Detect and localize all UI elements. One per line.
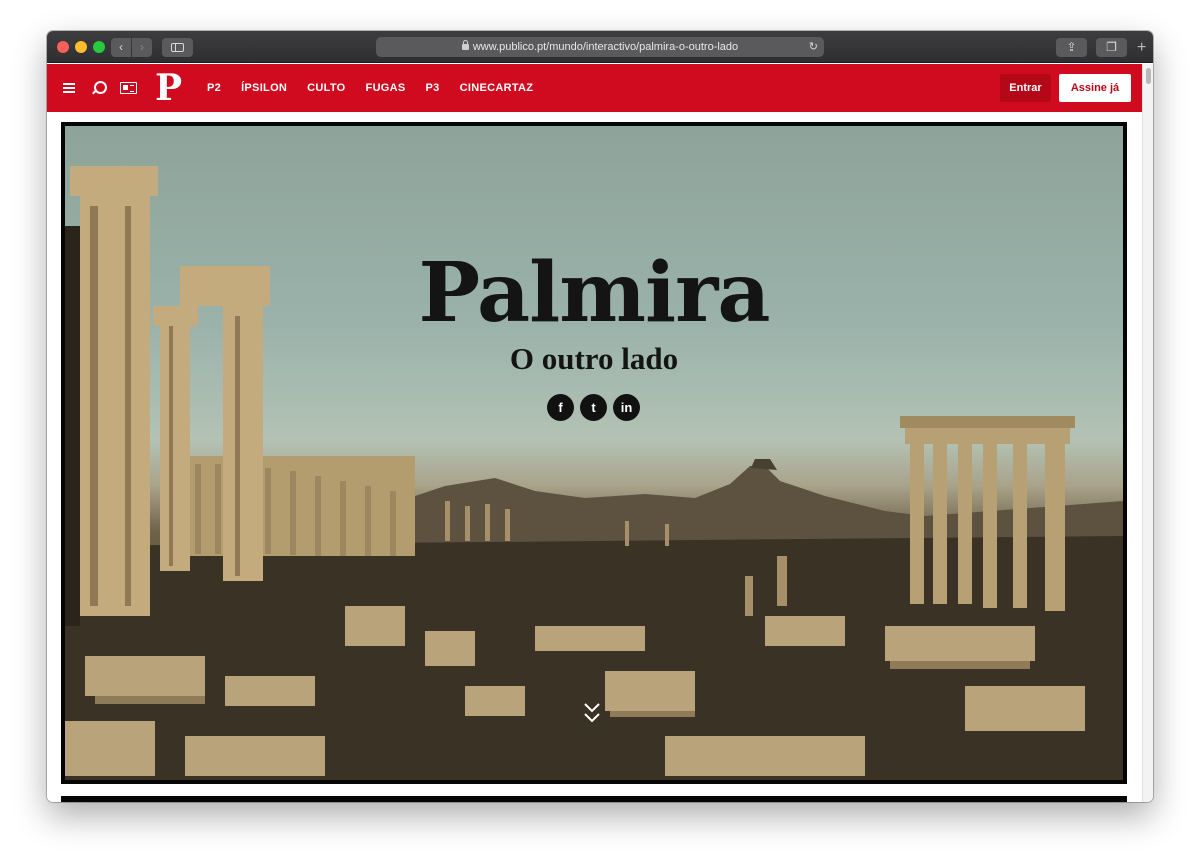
login-button[interactable]: Entrar [1000, 74, 1051, 102]
palmyra-ruins-photo [65, 166, 1123, 780]
minimize-window-button[interactable] [75, 41, 87, 53]
share-buttons: f t in [547, 394, 640, 421]
close-window-button[interactable] [57, 41, 69, 53]
share-button[interactable]: ⇪ [1056, 38, 1087, 57]
back-button[interactable]: ‹ [111, 38, 131, 57]
reload-icon[interactable]: ↻ [809, 37, 818, 57]
forward-button[interactable]: › [132, 38, 152, 57]
tab-overview-button[interactable]: ❐ [1096, 38, 1127, 57]
linkedin-icon[interactable]: in [613, 394, 640, 421]
sidebar-icon [171, 43, 184, 52]
sidebar-toggle-button[interactable] [162, 38, 193, 57]
double-chevron-down-icon[interactable] [583, 701, 601, 727]
site-header: P P2 ÍPSILON CULTO FUGAS P3 CINECARTAZ E… [47, 64, 1142, 112]
chevron-left-icon: ‹ [119, 40, 123, 54]
hero-image: Palmira O outro lado f t in [65, 126, 1123, 780]
new-tab-button[interactable]: + [1137, 38, 1146, 57]
chevron-right-icon: › [140, 40, 144, 54]
tabs-icon: ❐ [1106, 40, 1117, 54]
nav-item-cinecartaz[interactable]: CINECARTAZ [460, 64, 534, 112]
nav-item-culto[interactable]: CULTO [307, 64, 345, 112]
twitter-icon[interactable]: t [580, 394, 607, 421]
subscribe-button[interactable]: Assine já [1059, 74, 1131, 102]
hero-frame: Palmira O outro lado f t in [61, 122, 1127, 784]
lock-icon [461, 40, 469, 50]
search-icon[interactable] [92, 81, 107, 95]
browser-toolbar: ‹ › www.publico.pt/mundo/interactivo/pal… [47, 31, 1153, 63]
nav-item-p3[interactable]: P3 [426, 64, 440, 112]
menu-icon[interactable] [63, 83, 75, 93]
share-icon: ⇪ [1066, 40, 1077, 54]
section-nav: P2 ÍPSILON CULTO FUGAS P3 CINECARTAZ [207, 64, 553, 112]
publico-logo[interactable]: P [155, 68, 182, 108]
article-content: Palmira O outro lado f t in [47, 112, 1142, 802]
url-text: www.publico.pt/mundo/interactivo/palmira… [472, 41, 739, 53]
maximize-window-button[interactable] [93, 41, 105, 53]
article-title: Palmira [418, 245, 771, 341]
nav-item-fugas[interactable]: FUGAS [366, 64, 406, 112]
nav-item-ipsilon[interactable]: ÍPSILON [241, 64, 287, 112]
page-scrollbar[interactable] [1142, 64, 1153, 802]
address-bar[interactable]: www.publico.pt/mundo/interactivo/palmira… [376, 37, 824, 57]
newspaper-icon[interactable] [120, 82, 137, 94]
next-section-edge [61, 796, 1127, 802]
browser-window: ‹ › www.publico.pt/mundo/interactivo/pal… [47, 31, 1153, 802]
nav-item-p2[interactable]: P2 [207, 64, 221, 112]
article-subtitle: O outro lado [509, 341, 679, 376]
facebook-icon[interactable]: f [547, 394, 574, 421]
scrollbar-thumb[interactable] [1146, 68, 1151, 84]
